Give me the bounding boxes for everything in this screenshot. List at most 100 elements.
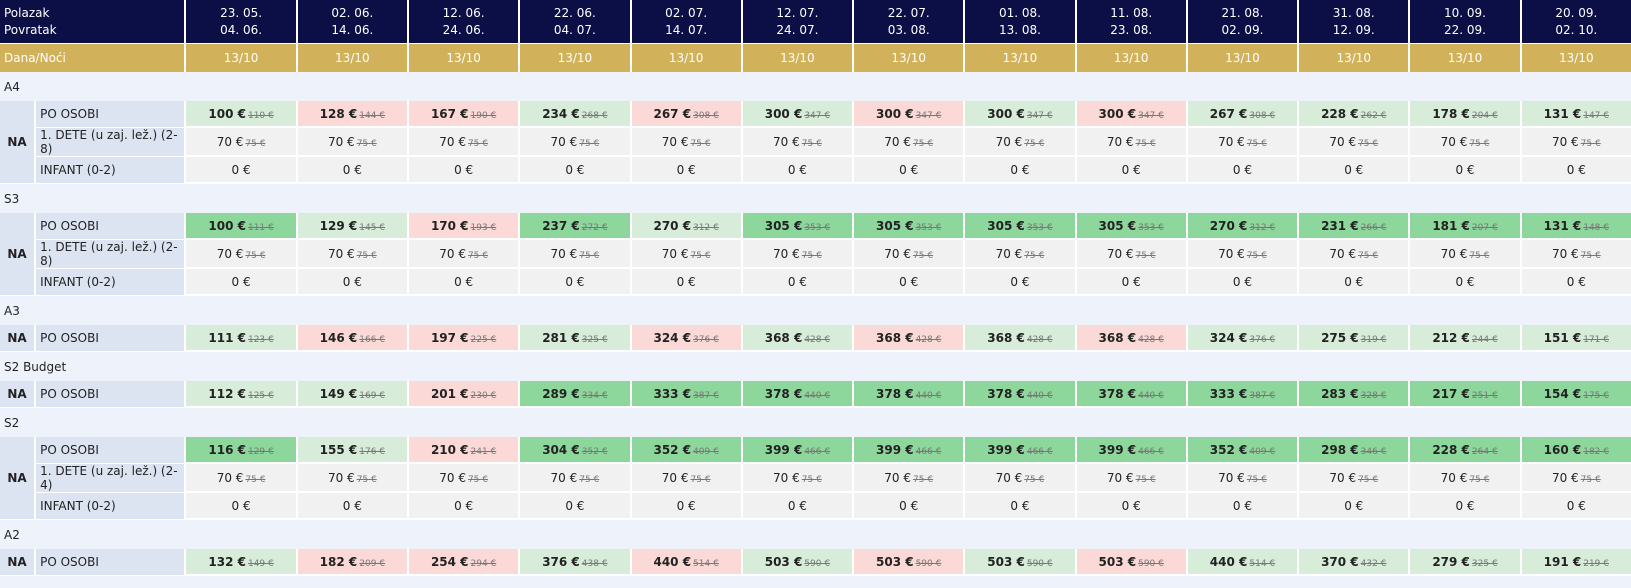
price-cell[interactable]: 352 €409 € <box>1185 437 1298 464</box>
price-cell[interactable]: 0 € <box>629 493 741 520</box>
price-cell[interactable]: 503 €590 € <box>963 549 1075 576</box>
price-cell[interactable]: 275 €319 € <box>1297 325 1409 352</box>
price-cell[interactable]: 270 €312 € <box>629 213 741 240</box>
price-cell[interactable]: 70 €75 € <box>1297 464 1409 493</box>
price-cell[interactable]: 0 € <box>1074 493 1186 520</box>
price-cell[interactable]: 0 € <box>184 269 296 296</box>
price-cell[interactable]: 399 €466 € <box>963 437 1075 464</box>
price-cell[interactable]: 70 €75 € <box>184 128 296 157</box>
price-cell[interactable]: 70 €75 € <box>1297 240 1409 269</box>
price-cell[interactable]: 111 €123 € <box>184 325 296 352</box>
price-cell[interactable]: 70 €75 € <box>1074 128 1186 157</box>
price-cell[interactable]: 70 €75 € <box>1408 128 1520 157</box>
price-cell[interactable]: 132 €149 € <box>184 549 296 576</box>
price-cell[interactable]: 304 €352 € <box>518 437 630 464</box>
price-cell[interactable]: 324 €376 € <box>1185 325 1298 352</box>
price-cell[interactable]: 131 €148 € <box>1519 213 1631 240</box>
price-cell[interactable]: 0 € <box>518 269 630 296</box>
price-cell[interactable]: 70 €75 € <box>740 240 853 269</box>
price-cell[interactable]: 399 €466 € <box>1074 437 1186 464</box>
price-cell[interactable]: 298 €346 € <box>1297 437 1409 464</box>
price-cell[interactable]: 70 €75 € <box>518 464 630 493</box>
price-cell[interactable]: 0 € <box>740 269 853 296</box>
price-cell[interactable]: 112 €125 € <box>184 381 296 408</box>
price-cell[interactable]: 70 €75 € <box>518 128 630 157</box>
price-cell[interactable]: 0 € <box>295 493 407 520</box>
price-cell[interactable]: 191 €219 € <box>1519 549 1631 576</box>
price-cell[interactable]: 0 € <box>1297 157 1409 184</box>
price-cell[interactable]: 0 € <box>1185 493 1298 520</box>
price-cell[interactable]: 70 €75 € <box>1408 240 1520 269</box>
price-cell[interactable]: 116 €129 € <box>184 437 296 464</box>
price-cell[interactable]: 0 € <box>852 269 964 296</box>
price-cell[interactable]: 237 €272 € <box>518 213 630 240</box>
price-cell[interactable]: 305 €353 € <box>963 213 1075 240</box>
price-cell[interactable]: 0 € <box>184 493 296 520</box>
price-cell[interactable]: 270 €312 € <box>1185 213 1298 240</box>
price-cell[interactable]: 70 €75 € <box>518 240 630 269</box>
price-cell[interactable]: 352 €409 € <box>629 437 741 464</box>
price-cell[interactable]: 70 €75 € <box>629 464 741 493</box>
price-cell[interactable]: 128 €144 € <box>295 101 407 128</box>
price-cell[interactable]: 370 €432 € <box>1297 549 1409 576</box>
price-cell[interactable]: 70 €75 € <box>1408 464 1520 493</box>
price-cell[interactable]: 283 €328 € <box>1297 381 1409 408</box>
price-cell[interactable]: 0 € <box>1408 269 1520 296</box>
price-cell[interactable]: 0 € <box>1519 493 1631 520</box>
price-cell[interactable]: 440 €514 € <box>629 549 741 576</box>
price-cell[interactable]: 70 €75 € <box>1185 464 1298 493</box>
price-cell[interactable]: 70 €75 € <box>629 240 741 269</box>
price-cell[interactable]: 0 € <box>406 157 519 184</box>
price-cell[interactable]: 0 € <box>740 493 853 520</box>
price-cell[interactable]: 70 €75 € <box>852 464 964 493</box>
price-cell[interactable]: 181 €207 € <box>1408 213 1520 240</box>
price-cell[interactable]: 440 €514 € <box>1185 549 1298 576</box>
price-cell[interactable]: 70 €75 € <box>295 464 407 493</box>
price-cell[interactable]: 0 € <box>1297 493 1409 520</box>
price-cell[interactable]: 300 €347 € <box>740 101 853 128</box>
price-cell[interactable]: 300 €347 € <box>852 101 964 128</box>
price-cell[interactable]: 70 €75 € <box>963 240 1075 269</box>
price-cell[interactable]: 129 €145 € <box>295 213 407 240</box>
price-cell[interactable]: 70 €75 € <box>1519 240 1631 269</box>
price-cell[interactable]: 0 € <box>295 157 407 184</box>
price-cell[interactable]: 70 €75 € <box>629 128 741 157</box>
price-cell[interactable]: 0 € <box>629 269 741 296</box>
price-cell[interactable]: 70 €75 € <box>295 128 407 157</box>
price-cell[interactable]: 70 €75 € <box>852 128 964 157</box>
price-cell[interactable]: 0 € <box>963 269 1075 296</box>
price-cell[interactable]: 503 €590 € <box>740 549 853 576</box>
price-cell[interactable]: 0 € <box>1185 157 1298 184</box>
price-cell[interactable]: 503 €590 € <box>852 549 964 576</box>
price-cell[interactable]: 0 € <box>518 157 630 184</box>
price-cell[interactable]: 0 € <box>852 157 964 184</box>
price-cell[interactable]: 368 €428 € <box>1074 325 1186 352</box>
price-cell[interactable]: 70 €75 € <box>406 464 519 493</box>
price-cell[interactable]: 70 €75 € <box>963 128 1075 157</box>
price-cell[interactable]: 70 €75 € <box>406 128 519 157</box>
price-cell[interactable]: 0 € <box>1408 157 1520 184</box>
price-cell[interactable]: 231 €266 € <box>1297 213 1409 240</box>
price-cell[interactable]: 300 €347 € <box>963 101 1075 128</box>
price-cell[interactable]: 324 €376 € <box>629 325 741 352</box>
price-cell[interactable]: 0 € <box>406 493 519 520</box>
price-cell[interactable]: 281 €325 € <box>518 325 630 352</box>
price-cell[interactable]: 305 €353 € <box>1074 213 1186 240</box>
price-cell[interactable]: 131 €147 € <box>1519 101 1631 128</box>
price-cell[interactable]: 70 €75 € <box>963 464 1075 493</box>
price-cell[interactable]: 333 €387 € <box>629 381 741 408</box>
price-cell[interactable]: 212 €244 € <box>1408 325 1520 352</box>
price-cell[interactable]: 0 € <box>963 157 1075 184</box>
price-cell[interactable]: 70 €75 € <box>1074 240 1186 269</box>
price-cell[interactable]: 210 €241 € <box>406 437 519 464</box>
price-cell[interactable]: 0 € <box>1074 269 1186 296</box>
price-cell[interactable]: 70 €75 € <box>184 240 296 269</box>
price-cell[interactable]: 300 €347 € <box>1074 101 1186 128</box>
price-cell[interactable]: 503 €590 € <box>1074 549 1186 576</box>
price-cell[interactable]: 170 €193 € <box>406 213 519 240</box>
price-cell[interactable]: 0 € <box>963 493 1075 520</box>
price-cell[interactable]: 155 €176 € <box>295 437 407 464</box>
price-cell[interactable]: 0 € <box>1185 269 1298 296</box>
price-cell[interactable]: 70 €75 € <box>852 240 964 269</box>
price-cell[interactable]: 368 €428 € <box>963 325 1075 352</box>
